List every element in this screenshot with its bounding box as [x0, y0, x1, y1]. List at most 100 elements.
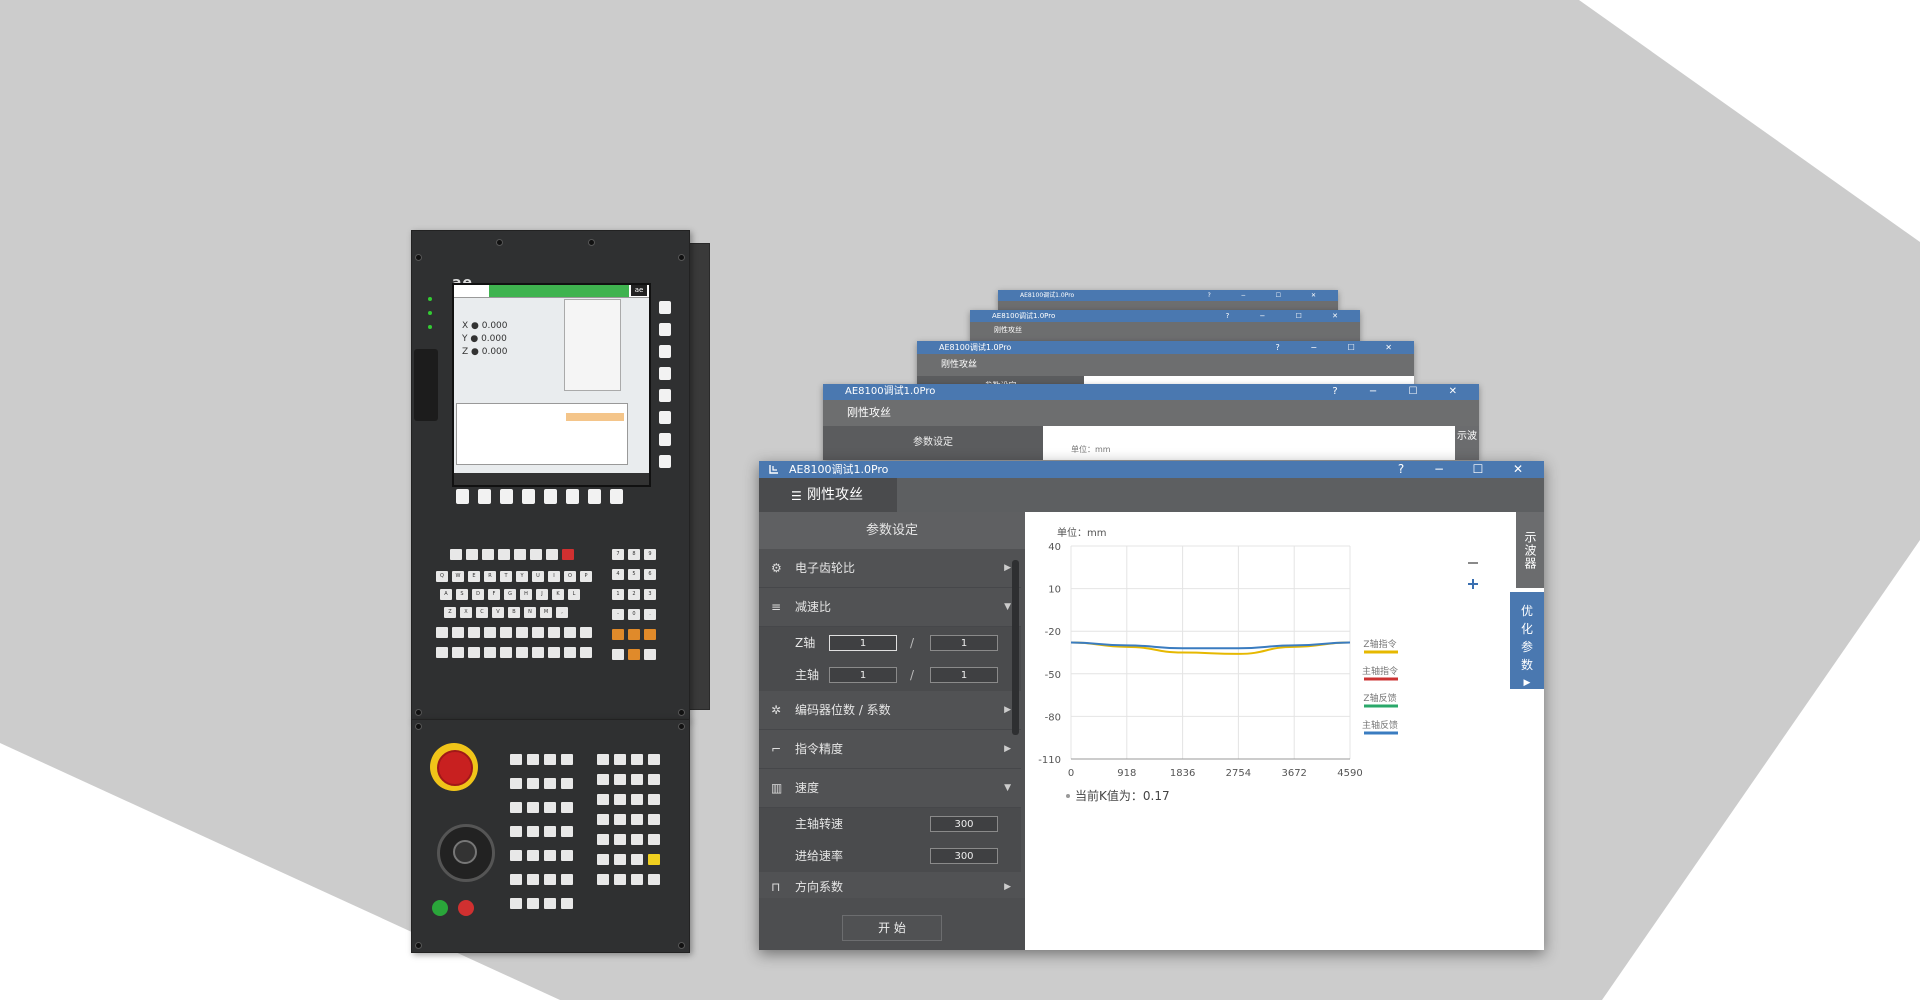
y-tick-label: -20	[1045, 627, 1061, 638]
ghost-window-tab: 刚性攻丝	[994, 326, 1022, 334]
encoder-icon: ✲	[771, 703, 782, 717]
spindle-ratio-denominator-input[interactable]	[930, 667, 998, 683]
chevron-right-icon: ▶	[1004, 705, 1011, 715]
series-line	[1070, 641, 1351, 650]
ghost-window-2: AE8100调试1.0Pro ? − ☐ ✕ 刚性攻丝 参数设定	[917, 341, 1414, 387]
cnc-handle	[414, 349, 438, 421]
legend-label: Z轴反馈	[1363, 692, 1396, 704]
minimize-button[interactable]: −	[1429, 461, 1449, 478]
emergency-stop-button	[437, 750, 473, 786]
chart-unit-label: 单位：mm	[1057, 526, 1106, 539]
feed-rate-input[interactable]	[930, 848, 998, 864]
y-tick-label: -110	[1038, 755, 1061, 766]
spindle-speed-input[interactable]	[930, 816, 998, 832]
start-button[interactable]: 开 始	[842, 915, 942, 941]
ghost-window-title: AE8100调试1.0Pro	[939, 343, 1012, 352]
tab-optimize-parameters[interactable]: 优化参数 ▶	[1510, 592, 1544, 689]
tab-oscilloscope[interactable]: 示波器	[1516, 512, 1544, 588]
ghost-window-3: AE8100调试1.0Pro ? − ☐ ✕ 刚性攻丝	[970, 310, 1360, 342]
sidebar-item-label: 减速比	[795, 600, 832, 614]
plot-area: 单位：mm 40 10 -20 -50 -80 -110 0 918 1836 2754 3672…	[1025, 512, 1544, 950]
cnc-screen: ae X ● 0.000 Y ● 0.000 Z ● 0.000	[452, 283, 651, 487]
annotation-bullet	[1066, 794, 1070, 798]
sidebar-scrollbar[interactable]	[1012, 560, 1019, 735]
x-tick-label: 4590	[1337, 768, 1362, 779]
ghost-window-unit: 单位：mm	[1071, 445, 1111, 454]
ghost-window-title: AE8100调试1.0Pro	[845, 386, 936, 397]
x-tick-label: 0	[1068, 768, 1074, 779]
parameter-sidebar: 参数设定 ⚙ 电子齿轮比 ▶ ≡ 减速比 ▼ Z轴 / 主轴 / ✲ 编码器位数…	[759, 512, 1025, 950]
ratio-slash: /	[910, 668, 915, 682]
close-button[interactable]: ✕	[1508, 461, 1528, 478]
sidebar-item-encoder[interactable]: ✲ 编码器位数 / 系数 ▶	[759, 691, 1021, 730]
k-value-annotation: 当前K值为：0.17	[1075, 788, 1170, 803]
cnc-controller-bottom-panel	[411, 719, 690, 953]
speed-row-spindle: 主轴转速	[759, 808, 1021, 840]
ghost-window-side-tab: 示波	[1455, 426, 1479, 460]
zoom-out-icon[interactable]	[1465, 555, 1481, 571]
sidebar-item-gear-ratio[interactable]: ⚙ 电子齿轮比 ▶	[759, 549, 1021, 588]
sidebar-item-label: 指令精度	[795, 742, 844, 756]
sidebar-item-label: 编码器位数 / 系数	[795, 703, 891, 717]
z-ratio-numerator-input[interactable]	[829, 635, 897, 651]
ghost-window-1: AE8100调试1.0Pro ? − ☐ ✕ 刚性攻丝 参数设定 单位：mm 示…	[823, 384, 1479, 460]
tab-rigid-tapping[interactable]: ☰ 刚性攻丝	[759, 478, 897, 512]
z-ratio-denominator-input[interactable]	[930, 635, 998, 651]
ghost-window-tab: 刚性攻丝	[941, 360, 978, 370]
title-bar: AE8100调试1.0Pro ? − ☐ ✕	[759, 461, 1544, 478]
ghost-window-4: AE8100调试1.0Pro ? − ☐ ✕	[998, 290, 1338, 310]
legend-label: Z轴指令	[1363, 638, 1396, 650]
sidebar-header: 参数设定	[759, 512, 1025, 549]
spindle-ratio-numerator-input[interactable]	[829, 667, 897, 683]
legend-label: 主轴指令	[1362, 665, 1398, 677]
cnc-status-leds	[428, 293, 435, 335]
chevron-right-icon: ▶	[1004, 563, 1011, 573]
spindle-label: 主轴	[795, 668, 820, 682]
oscilloscope-chart: 单位：mm 40 10 -20 -50 -80 -110 0 918 1836 2754 3672…	[1038, 526, 1481, 803]
y-tick-label: 40	[1048, 542, 1061, 553]
x-tick-label: 2754	[1226, 768, 1251, 779]
x-tick-label: 3672	[1281, 768, 1306, 779]
legend-label: 主轴反馈	[1362, 719, 1398, 731]
ghost-window-section: 参数设定	[823, 426, 1043, 460]
cycle-start-button	[432, 900, 448, 916]
play-arrow-icon: ▶	[1523, 678, 1531, 688]
sidebar-item-direction[interactable]: ⊓ 方向系数 ▶	[759, 872, 1021, 899]
sidebar-item-command-precision[interactable]: ⌐ 指令精度 ▶	[759, 730, 1021, 769]
ratio-icon: ≡	[771, 600, 782, 614]
ratio-slash: /	[910, 636, 915, 650]
tab-label: 刚性攻丝	[807, 487, 863, 503]
tab-bar: ☰ 刚性攻丝	[759, 478, 1544, 512]
ratio-row-spindle: 主轴 /	[759, 659, 1021, 691]
tap-icon: ☰	[791, 489, 802, 503]
sidebar-item-speed[interactable]: ▥ 速度 ▼	[759, 769, 1021, 808]
ghost-window-title: AE8100调试1.0Pro	[992, 312, 1056, 320]
sidebar-item-label: 速度	[795, 781, 820, 795]
x-tick-label: 918	[1117, 768, 1136, 779]
chevron-right-icon: ▶	[1004, 744, 1011, 754]
sidebar-item-reduction-ratio[interactable]: ≡ 减速比 ▼	[759, 588, 1021, 627]
cnc-controller-top-panel: ae ae X ● 0.000Y ● 0.000Z ● 0.000 QWERTY…	[411, 230, 690, 721]
cycle-stop-button	[458, 900, 474, 916]
speed-icon: ▥	[771, 781, 783, 795]
main-window: AE8100调试1.0Pro ? − ☐ ✕ ☰ 刚性攻丝 参数设定 ⚙ 电子齿…	[759, 461, 1544, 950]
window-title: AE8100调试1.0Pro	[789, 463, 889, 476]
y-tick-label: -80	[1045, 712, 1061, 723]
ghost-window-title: AE8100调试1.0Pro	[1020, 292, 1075, 299]
zoom-in-icon[interactable]	[1465, 576, 1481, 592]
y-tick-label: -50	[1045, 670, 1061, 681]
help-button[interactable]: ?	[1391, 461, 1411, 478]
x-tick-label: 1836	[1170, 768, 1195, 779]
y-tick-label: 10	[1048, 585, 1061, 596]
maximize-button[interactable]: ☐	[1468, 461, 1488, 478]
ghost-window-tab: 刚性攻丝	[847, 406, 891, 419]
speed-row-feed: 进给速率	[759, 840, 1021, 872]
z-axis-label: Z轴	[795, 636, 816, 650]
chevron-down-icon: ▼	[1004, 602, 1011, 612]
gear-icon: ⚙	[771, 561, 782, 575]
ratio-row-z: Z轴 /	[759, 627, 1021, 659]
spindle-speed-label: 主轴转速	[795, 817, 844, 831]
app-icon	[769, 465, 778, 474]
feed-rate-label: 进给速率	[795, 849, 844, 863]
precision-icon: ⌐	[771, 742, 782, 756]
